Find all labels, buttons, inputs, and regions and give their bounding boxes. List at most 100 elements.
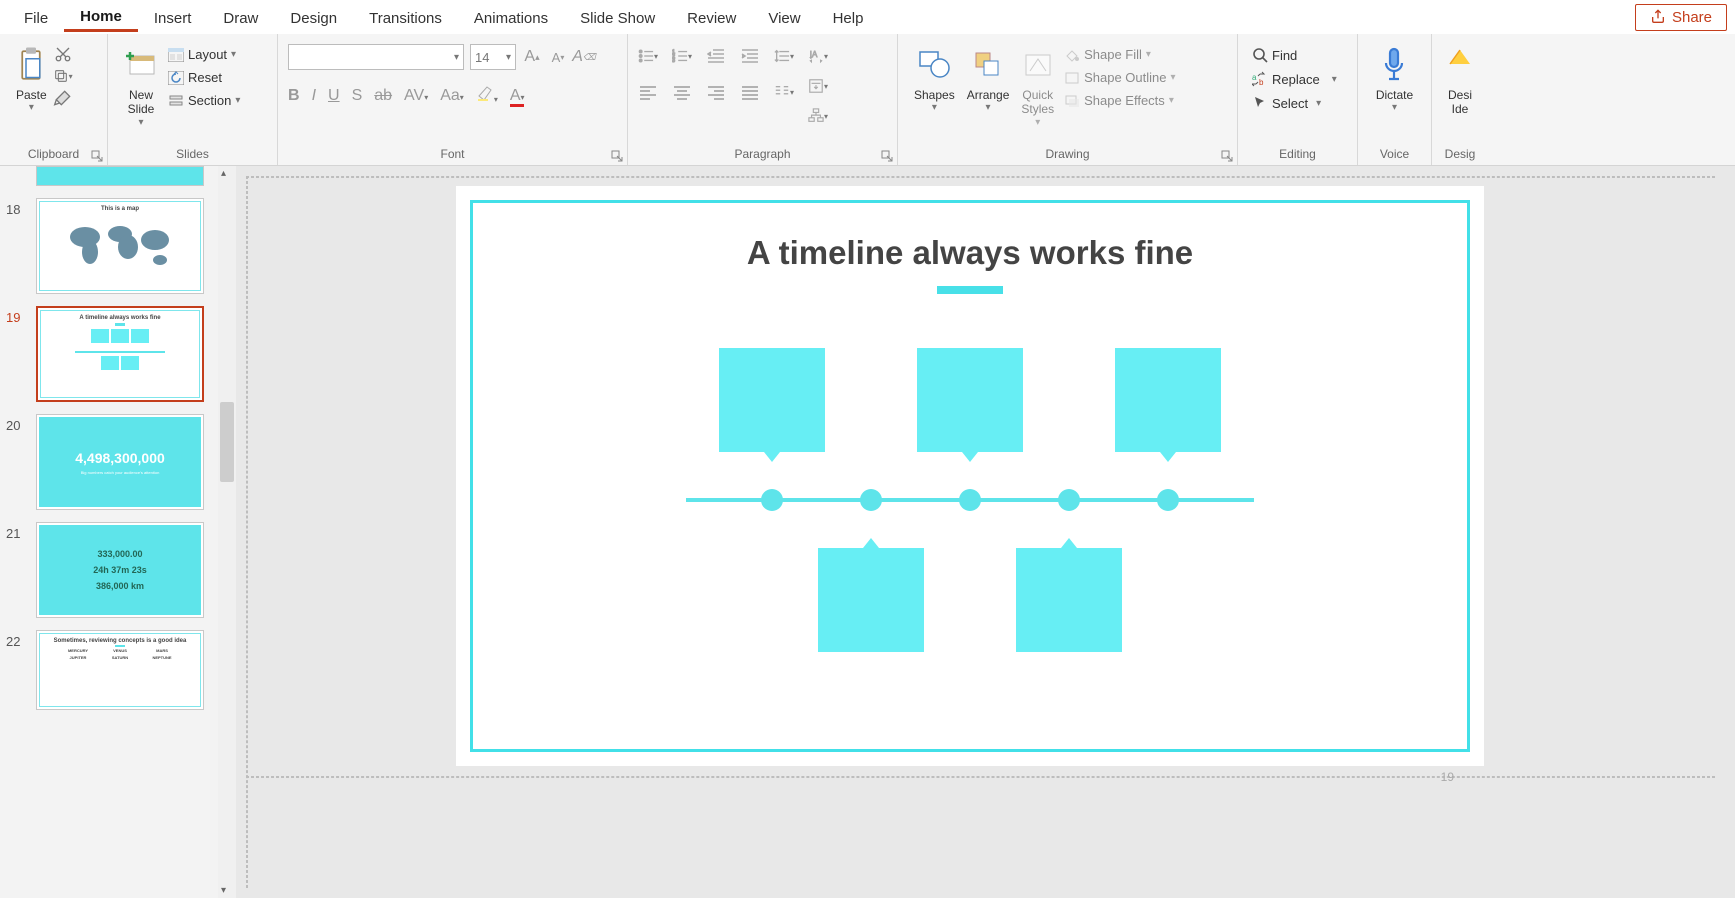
numbering-button[interactable]: 123▾ <box>672 46 692 66</box>
align-left-button[interactable] <box>638 82 658 102</box>
slide-thumbnail-22[interactable]: Sometimes, reviewing concepts is a good … <box>36 630 204 710</box>
slide-canvas-area[interactable]: A timeline always works fine 19 <box>236 166 1735 898</box>
tab-design[interactable]: Design <box>274 4 353 31</box>
design-ideas-button[interactable]: Desi Ide <box>1440 40 1480 119</box>
new-slide-button[interactable]: New Slide ▾ <box>118 40 164 131</box>
line-spacing-button[interactable]: ▾ <box>774 46 794 66</box>
cut-button[interactable] <box>53 44 73 64</box>
timeline-dot[interactable] <box>1058 489 1080 511</box>
tab-animations[interactable]: Animations <box>458 4 564 31</box>
thumbnail-scrollbar[interactable]: ▴ ▾ <box>218 166 236 898</box>
timeline-box[interactable] <box>719 348 825 452</box>
tab-transitions[interactable]: Transitions <box>353 4 458 31</box>
tab-slideshow[interactable]: Slide Show <box>564 4 671 31</box>
columns-button[interactable]: ▾ <box>774 82 794 102</box>
shape-effects-label: Shape Effects <box>1084 93 1165 108</box>
clear-formatting-button[interactable]: A⌫ <box>574 47 594 67</box>
bullets-button[interactable]: ▾ <box>638 46 658 66</box>
decrease-indent-button[interactable] <box>706 46 726 66</box>
timeline-dot[interactable] <box>959 489 981 511</box>
dictate-label: Dictate <box>1376 88 1413 102</box>
font-family-combo[interactable]: ▾ <box>288 44 464 70</box>
timeline-box[interactable] <box>1016 548 1122 652</box>
chevron-down-icon: ▾ <box>138 117 143 129</box>
quick-styles-button[interactable]: Quick Styles▾ <box>1015 40 1060 131</box>
font-dialog-launcher[interactable] <box>611 149 623 161</box>
increase-indent-button[interactable] <box>740 46 760 66</box>
scroll-down-icon[interactable]: ▾ <box>221 885 226 896</box>
char-spacing-button[interactable]: AV▾ <box>404 87 428 105</box>
format-painter-button[interactable] <box>53 88 73 108</box>
thumb-title: A timeline always works fine <box>79 315 160 321</box>
section-button[interactable]: Section▾ <box>164 90 244 111</box>
layout-label: Layout <box>188 47 227 62</box>
timeline-arrow-icon <box>1160 452 1176 462</box>
smartart-button[interactable]: ▾ <box>808 106 828 126</box>
arrange-button[interactable]: Arrange▾ <box>961 40 1016 116</box>
justify-button[interactable] <box>740 82 760 102</box>
underline-button[interactable]: U <box>328 87 340 105</box>
tab-review[interactable]: Review <box>671 4 752 31</box>
arrange-label: Arrange <box>967 88 1010 102</box>
find-button[interactable]: Find <box>1248 44 1341 66</box>
select-button[interactable]: Select▾ <box>1248 92 1341 114</box>
change-case-button[interactable]: Aa▾ <box>440 87 464 105</box>
scrollbar-thumb[interactable] <box>220 402 234 482</box>
italic-button[interactable]: I <box>312 87 316 105</box>
timeline-box[interactable] <box>917 348 1023 452</box>
svg-text:I͎A: I͎A <box>810 50 818 59</box>
layout-button[interactable]: Layout▾ <box>164 44 244 65</box>
font-color-button[interactable]: A▾ <box>510 87 525 105</box>
share-button[interactable]: Share <box>1635 4 1727 31</box>
timeline-box[interactable] <box>818 548 924 652</box>
highlight-button[interactable]: ▾ <box>476 84 498 107</box>
timeline-box[interactable] <box>1115 348 1221 452</box>
drawing-dialog-launcher[interactable] <box>1221 149 1233 161</box>
paragraph-dialog-launcher[interactable] <box>881 149 893 161</box>
workspace: 18 This is a map 19 A timeline always wo… <box>0 166 1735 898</box>
shadow-button[interactable]: S <box>352 87 363 105</box>
clipboard-dialog-launcher[interactable] <box>91 149 103 161</box>
slide-thumbnail-18[interactable]: This is a map <box>36 198 204 294</box>
slide-thumbnail-19[interactable]: A timeline always works fine <box>36 306 204 402</box>
dictate-button[interactable]: Dictate▾ <box>1370 40 1419 116</box>
strikethrough-button[interactable]: ab <box>374 87 392 105</box>
copy-button[interactable]: ▾ <box>53 66 73 86</box>
shapes-button[interactable]: Shapes▾ <box>908 40 961 116</box>
tab-help[interactable]: Help <box>817 4 880 31</box>
world-map-icon <box>60 212 180 272</box>
tab-draw[interactable]: Draw <box>207 4 274 31</box>
paste-button[interactable]: Paste ▾ <box>10 40 53 116</box>
align-center-button[interactable] <box>672 82 692 102</box>
replace-button[interactable]: abReplace▾ <box>1248 68 1341 90</box>
tab-file[interactable]: File <box>8 4 64 31</box>
scroll-up-icon[interactable]: ▴ <box>221 168 226 179</box>
group-drawing: Shapes▾ Arrange▾ Quick Styles▾ Shape Fil… <box>898 34 1238 165</box>
shape-outline-button[interactable]: Shape Outline▾ <box>1060 67 1179 88</box>
align-text-button[interactable]: ▾ <box>808 76 828 96</box>
timeline-dot[interactable] <box>761 489 783 511</box>
group-label-clipboard: Clipboard <box>10 145 97 163</box>
tab-view[interactable]: View <box>752 4 816 31</box>
group-slides: New Slide ▾ Layout▾ Reset Section▾ Slide… <box>108 34 278 165</box>
slide-title[interactable]: A timeline always works fine <box>456 234 1484 272</box>
slide-editor[interactable]: A timeline always works fine 19 <box>456 186 1484 766</box>
text-direction-button[interactable]: I͎A▾ <box>808 46 828 66</box>
increase-font-button[interactable]: A▴ <box>522 47 542 67</box>
reset-button[interactable]: Reset <box>164 67 244 88</box>
decrease-font-button[interactable]: A▾ <box>548 47 568 67</box>
shape-effects-button[interactable]: Shape Effects▾ <box>1060 90 1179 111</box>
slide-thumbnail-20[interactable]: 4,498,300,000 Big numbers catch your aud… <box>36 414 204 510</box>
bold-button[interactable]: B <box>288 87 300 105</box>
tab-home[interactable]: Home <box>64 2 138 32</box>
shape-outline-label: Shape Outline <box>1084 70 1166 85</box>
tab-insert[interactable]: Insert <box>138 4 208 31</box>
timeline-dot[interactable] <box>1157 489 1179 511</box>
font-size-combo[interactable]: 14▾ <box>470 44 516 70</box>
slide-thumbnail-21[interactable]: 333,000.00 24h 37m 23s 386,000 km <box>36 522 204 618</box>
section-label: Section <box>188 93 231 108</box>
shape-fill-button[interactable]: Shape Fill▾ <box>1060 44 1179 65</box>
timeline-dot[interactable] <box>860 489 882 511</box>
align-right-button[interactable] <box>706 82 726 102</box>
slide-thumbnail-17[interactable] <box>36 166 204 186</box>
